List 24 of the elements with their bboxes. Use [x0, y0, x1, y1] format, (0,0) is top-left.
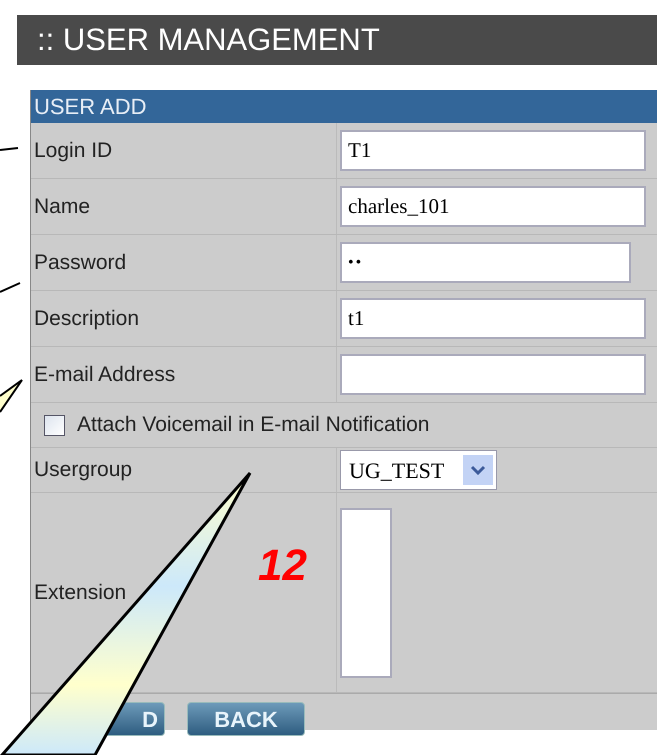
field-label: Usergroup [33, 457, 132, 484]
field-label: Password [33, 250, 126, 276]
input-field[interactable]: T1 [340, 130, 646, 171]
checkbox[interactable] [44, 414, 65, 436]
field-label: Name [33, 194, 90, 220]
field-label: Description [33, 306, 140, 332]
leader-line [0, 147, 18, 151]
page-title: :: USER MANAGEMENT [37, 20, 380, 59]
callout-number: 12 [258, 540, 307, 592]
field-label: Attach Voicemail in E-mail Notification [77, 412, 430, 438]
password-field[interactable]: •• [340, 242, 631, 283]
field-label: Extension [33, 580, 126, 606]
field-label: E-mail Address [33, 362, 176, 388]
leader-line [0, 282, 20, 293]
chevron-down-icon [463, 455, 493, 485]
extensions-listbox[interactable] [340, 508, 392, 678]
input-field[interactable]: t1 [340, 298, 646, 339]
panel-title: USER ADD [34, 93, 146, 121]
back-button[interactable]: BACK [187, 702, 305, 736]
usergroup-dropdown[interactable]: UG_TEST [340, 450, 497, 490]
field-label: Login ID [33, 138, 112, 164]
callout-pointer [0, 379, 23, 413]
input-field[interactable] [340, 354, 646, 395]
input-field[interactable]: charles_101 [340, 186, 646, 227]
